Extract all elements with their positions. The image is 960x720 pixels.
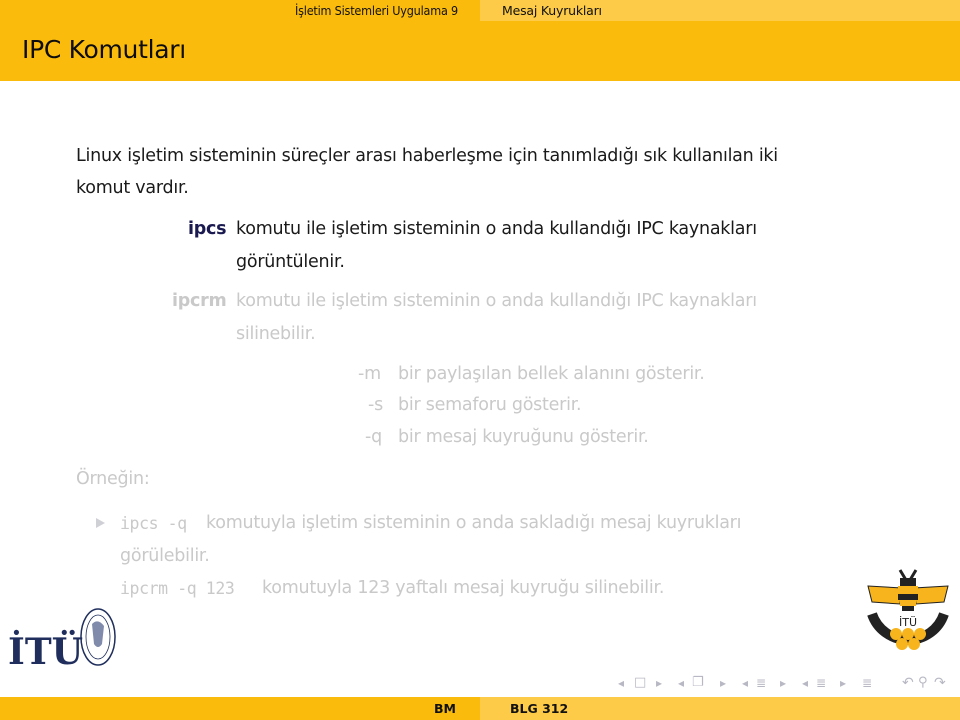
example-1-text-2: görülebilir. (120, 546, 210, 566)
footer-course-box: BLG 312 (480, 697, 960, 720)
example-label: Örneğin: (76, 469, 150, 489)
nav-section-icon[interactable]: ≣ (756, 674, 766, 692)
itu-logo-graphic: İTÜ (8, 608, 116, 673)
nav-frame-icon[interactable]: □ (634, 674, 646, 692)
nav-subsection-icon[interactable]: ❐ (692, 674, 704, 692)
nav-search-icon[interactable]: ⚲ (918, 674, 928, 692)
option-flag-q: -q (365, 427, 382, 447)
nav-subsection-next-icon[interactable]: ▸ (720, 674, 726, 692)
footer-course: BLG 312 (510, 701, 569, 716)
header-subsection-title[interactable]: Mesaj Kuyrukları (502, 3, 602, 18)
command-desc-ipcs-line1: komutu ile işletim sisteminin o anda kul… (236, 219, 757, 239)
bee-logo-text: İTÜ (899, 616, 917, 629)
header-section-box[interactable]: İşletim Sistemleri Uygulama 9 (0, 0, 480, 21)
command-label-ipcrm: ipcrm (172, 291, 227, 311)
command-desc-ipcrm-line2: silinebilir. (236, 324, 316, 344)
option-flag-s: -s (368, 395, 383, 415)
nav-section-next-icon[interactable]: ▸ (780, 674, 786, 692)
option-flag-m-text: -m (358, 364, 381, 384)
bee-logo-graphic: İTÜ (867, 569, 949, 650)
example-1-text: komutuyla işletim sisteminin o anda sakl… (206, 513, 742, 533)
option-desc-q: bir mesaj kuyruğunu gösterir. (398, 427, 649, 447)
nav-frame-prev-icon[interactable]: ◂ (618, 674, 624, 692)
example-2-code: ipcrm -q 123 (120, 579, 235, 598)
itu-logo-text: İTÜ (8, 630, 83, 672)
nav-doc-icon[interactable]: ≣ (816, 674, 826, 692)
title-band: IPC Komutları (0, 21, 960, 81)
option-flag-m: -m (358, 364, 381, 384)
option-desc-m: bir paylaşılan bellek alanını gösterir. (398, 364, 705, 384)
header-subsection-box[interactable]: Mesaj Kuyrukları (480, 0, 960, 21)
example-2-text: komutuyla 123 yaftalı mesaj kuyruğu sili… (262, 578, 665, 598)
nav-section-prev-icon[interactable]: ◂ (742, 674, 748, 692)
faculty-bee-logo: İTÜ (862, 566, 954, 666)
nav-appendix-icon[interactable]: ≣ (862, 674, 872, 692)
option-flag-q-text: -q (365, 427, 382, 447)
command-desc-ipcrm-line1: komutu ile işletim sisteminin o anda kul… (236, 291, 757, 311)
beamer-navigation: ◂ □ ▸ ◂ ❐ ▸ ◂ ≣ ▸ ◂ ≣ ▸ ≣ ↶ ⚲ ↷ (612, 674, 952, 692)
footer-institute: BM (434, 701, 456, 716)
nav-frame-next-icon[interactable]: ▸ (656, 674, 662, 692)
intro-line-1: Linux işletim sisteminin süreçler arası … (76, 146, 778, 166)
nav-forward-icon[interactable]: ↷ (934, 674, 946, 692)
nav-doc-next-icon[interactable]: ▸ (840, 674, 846, 692)
intro-line-2: komut vardır. (76, 178, 189, 198)
nav-doc-prev-icon[interactable]: ◂ (802, 674, 808, 692)
bullet-triangle-icon (96, 518, 105, 528)
itu-logo: İTÜ (8, 604, 118, 673)
command-label-ipcs: ipcs (188, 219, 227, 239)
command-desc-ipcs-line2: görüntülenir. (236, 252, 345, 272)
header-section-title[interactable]: İşletim Sistemleri Uygulama 9 (295, 3, 458, 18)
header-bar: İşletim Sistemleri Uygulama 9 Mesaj Kuyr… (0, 0, 960, 21)
footer-institute-box: BM (0, 697, 480, 720)
nav-back-icon[interactable]: ↶ (902, 674, 914, 692)
option-desc-s: bir semaforu gösterir. (398, 395, 582, 415)
option-flag-s-text: -s (368, 395, 383, 415)
example-1-code: ipcs -q (120, 514, 187, 533)
nav-subsection-prev-icon[interactable]: ◂ (678, 674, 684, 692)
slide-title: IPC Komutları (22, 35, 186, 64)
